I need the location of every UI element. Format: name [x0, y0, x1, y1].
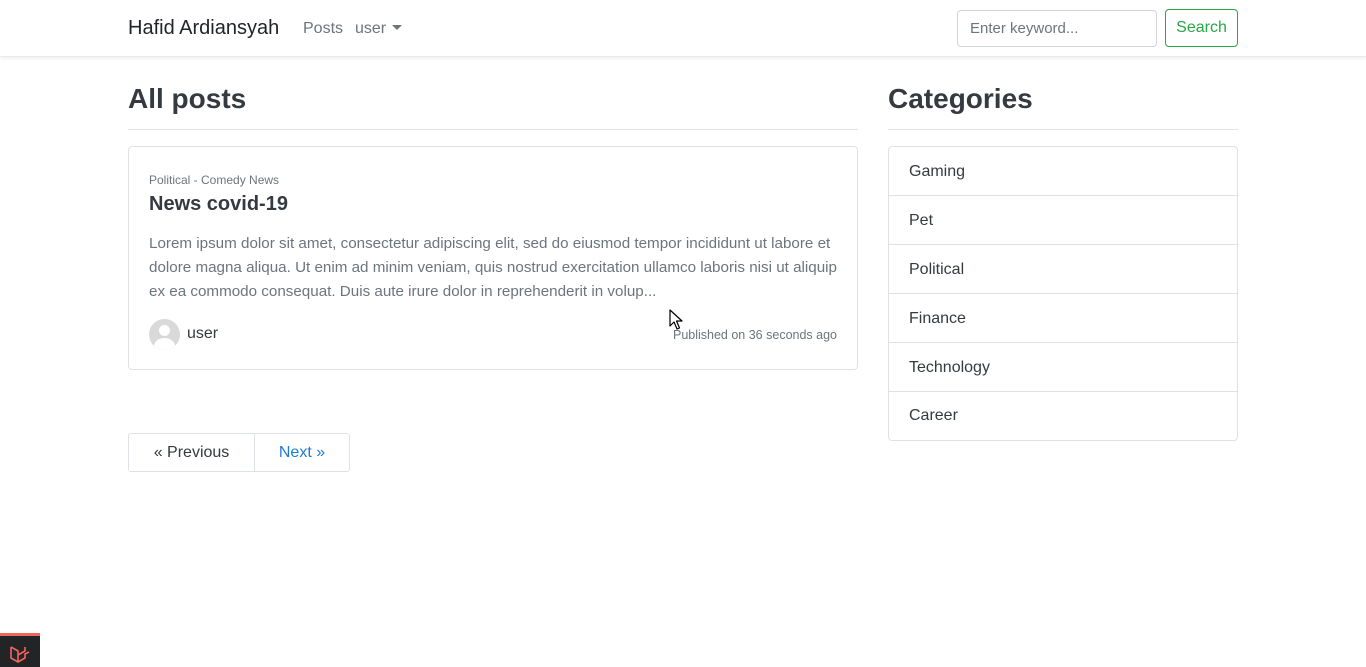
- caret-down-icon: [392, 25, 403, 30]
- post-category[interactable]: Political - Comedy News: [149, 173, 279, 187]
- post-title[interactable]: News covid-19: [149, 193, 288, 216]
- avatar-head: [159, 325, 170, 336]
- category-item-political[interactable]: Political: [889, 245, 1237, 294]
- debugbar-toggle[interactable]: [0, 633, 40, 667]
- category-item-pet[interactable]: Pet: [889, 196, 1237, 245]
- posts-heading: All posts: [128, 83, 247, 114]
- top-navbar: Hafid Ardiansyah Posts user Search: [0, 0, 1366, 57]
- avatar: [149, 319, 180, 350]
- search-input[interactable]: [957, 10, 1157, 47]
- categories-list: Gaming Pet Political Finance Technology …: [888, 146, 1238, 441]
- post-published-time: Published on 36 seconds ago: [672, 328, 837, 342]
- user-dropdown-label: user: [355, 20, 387, 37]
- post-author[interactable]: user: [187, 325, 218, 343]
- posts-divider: [128, 129, 858, 130]
- brand-link[interactable]: Hafid Ardiansyah: [128, 16, 279, 40]
- post-excerpt: Lorem ipsum dolor sit amet, consectetur …: [149, 235, 837, 300]
- mouse-cursor-icon: [669, 309, 683, 330]
- category-item-finance[interactable]: Finance: [889, 294, 1237, 343]
- category-item-gaming[interactable]: Gaming: [889, 147, 1237, 196]
- previous-page-button[interactable]: « Previous: [128, 433, 255, 472]
- categories-heading: Categories: [888, 83, 1033, 114]
- laravel-logo-icon: [10, 646, 30, 663]
- nav-posts-link[interactable]: Posts: [303, 19, 343, 39]
- next-page-button[interactable]: Next »: [254, 433, 350, 472]
- category-item-career[interactable]: Career: [889, 392, 1237, 440]
- categories-divider: [888, 129, 1238, 130]
- search-button[interactable]: Search: [1165, 9, 1238, 47]
- avatar-body: [154, 338, 175, 350]
- category-item-technology[interactable]: Technology: [889, 343, 1237, 392]
- user-dropdown[interactable]: user: [355, 19, 403, 39]
- post-card: Political - Comedy News News covid-19 Lo…: [128, 146, 858, 370]
